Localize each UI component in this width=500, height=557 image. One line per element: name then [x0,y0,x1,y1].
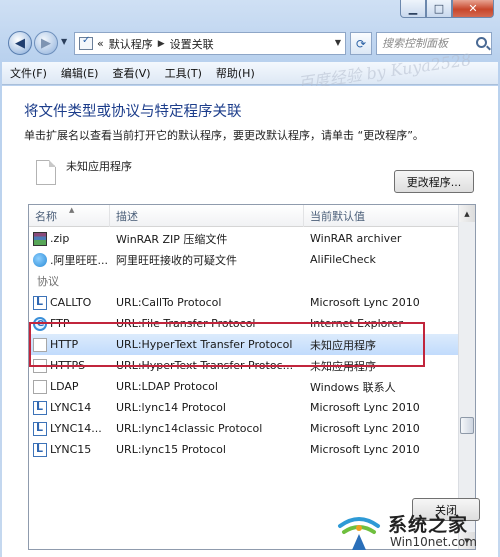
list-row-ftp[interactable]: FTP URL:File Transfer Protocol Internet … [29,313,459,334]
list-row-http[interactable]: HTTP URL:HyperText Transfer Protocol 未知应… [29,334,459,355]
row-description: URL:lync15 Protocol [116,443,226,456]
row-program: Windows 联系人 [310,380,396,394]
address-bar[interactable]: « 默认程序 ▶ 设置关联 ▼ [74,32,346,55]
winrar-icon [33,231,47,246]
row-program: Microsoft Lync 2010 [310,443,420,456]
search-icon[interactable] [476,37,487,48]
menu-edit[interactable]: 编辑(E) [61,65,99,81]
logo-title: 系统之家 [388,514,469,536]
menu-file[interactable]: 文件(F) [10,65,47,81]
row-description: URL:HyperText Transfer Protocol [116,338,293,351]
back-button[interactable]: ◀ [8,31,32,55]
list-row-lync15[interactable]: LYNC15 URL:lync15 Protocol Microsoft Lyn… [29,439,459,460]
row-description: URL:HyperText Transfer Protoc... [116,359,294,372]
recent-pages-dropdown[interactable]: ▼ [61,37,67,46]
column-header-current-default[interactable]: 当前默认值 [304,205,459,227]
sort-arrow-icon: ▲ [69,206,75,214]
blank-file-icon [33,379,47,394]
row-program: WinRAR archiver [310,232,402,245]
row-name: LDAP [50,380,79,393]
menu-help[interactable]: 帮助(H) [216,65,255,81]
site-logo: 系统之家 Win10net.com [332,506,500,556]
row-program: Microsoft Lync 2010 [310,422,420,435]
refresh-button[interactable]: ⟳ [350,32,372,55]
list-row-lync14[interactable]: LYNC14 URL:lync14 Protocol Microsoft Lyn… [29,397,459,418]
list-body: .zip WinRAR ZIP 压缩文件 WinRAR archiver .阿里… [29,228,459,460]
list-header: 名称 ▲ 描述 当前默认值 [29,205,459,227]
row-program: Microsoft Lync 2010 [310,401,420,414]
document-icon [33,358,47,373]
row-description: WinRAR ZIP 压缩文件 [116,232,228,246]
row-name: LYNC14... [50,422,102,435]
page-title: 将文件类型或协议与特定程序关联 [24,104,242,120]
list-row-ldap[interactable]: LDAP URL:LDAP Protocol Windows 联系人 [29,376,459,397]
menu-view[interactable]: 查看(V) [112,65,150,81]
change-program-button[interactable]: 更改程序... [394,170,474,193]
row-name: FTP [50,317,70,330]
row-description: URL:LDAP Protocol [116,380,218,393]
list-row-lync14classic[interactable]: LYNC14... URL:lync14classic Protocol Mic… [29,418,459,439]
chevron-down-icon[interactable]: ▼ [335,38,341,47]
close-window-button[interactable]: ✕ [452,0,494,18]
file-icon [36,160,56,185]
blank-file-icon [33,337,47,352]
row-name: .阿里旺旺... [50,253,108,267]
row-program: AliFileCheck [310,253,376,266]
row-program: Internet Explorer [310,317,403,330]
forward-button[interactable]: ▶ [34,31,58,55]
list-row-aliwangwang[interactable]: .阿里旺旺... 阿里旺旺接收的可疑文件 AliFileCheck [29,249,459,270]
row-description: 阿里旺旺接收的可疑文件 [116,253,237,267]
row-name: .zip [50,232,70,245]
row-name: LYNC15 [50,443,92,456]
row-program: Microsoft Lync 2010 [310,296,420,309]
row-description: URL:lync14 Protocol [116,401,226,414]
minimize-button[interactable]: ▁ [400,0,426,18]
control-panel-icon [79,35,93,50]
scroll-up-button[interactable]: ▲ [459,205,475,222]
row-description: URL:lync14classic Protocol [116,422,263,435]
maximize-button[interactable]: □ [426,0,452,18]
lync-icon [33,400,47,415]
caption-buttons: ▁ □ ✕ [400,0,494,18]
aliwangwang-icon [33,252,47,267]
ie-icon [33,316,47,331]
chevron-right-icon[interactable]: ▶ [158,39,165,49]
content-panel: 将文件类型或协议与特定程序关联 单击扩展名以查看当前打开它的默认程序，要更改默认… [2,86,498,557]
row-name: LYNC14 [50,401,92,414]
row-name: HTTP [50,338,79,351]
group-header-protocols: 协议 [37,275,59,288]
column-header-description[interactable]: 描述 [110,205,304,227]
row-program: 未知应用程序 [310,338,376,352]
list-row-zip[interactable]: .zip WinRAR ZIP 压缩文件 WinRAR archiver [29,228,459,249]
breadcrumb-overflow[interactable]: « [97,37,104,50]
logo-mark-icon [338,517,380,550]
arrow-left-icon: ◀ [15,35,25,51]
column-header-name[interactable]: 名称 ▲ [29,205,110,227]
page-description: 单击扩展名以查看当前打开它的默认程序，要更改默认程序，请单击 “更改程序”。 [24,129,424,142]
row-description: URL:File Transfer Protocol [116,317,256,330]
refresh-icon: ⟳ [355,36,367,51]
column-header-label: 名称 [35,210,57,223]
scroll-thumb[interactable] [460,417,474,434]
current-program-label: 未知应用程序 [66,160,132,173]
association-list[interactable]: 名称 ▲ 描述 当前默认值 .zip WinRAR ZIP 压缩文件 WinRA… [28,204,476,550]
row-name: CALLTO [50,296,92,309]
lync-icon [33,295,47,310]
list-row-https[interactable]: HTTPS URL:HyperText Transfer Protoc... 未… [29,355,459,376]
logo-url: Win10net.com [390,535,477,549]
lync-icon [33,442,47,457]
window-frame: ▁ □ ✕ ◀ ▶ ▼ « 默认程序 ▶ 设置关联 ▼ ⟳ 文件(F) 编辑(E… [0,0,500,557]
chevron-up-icon: ▲ [464,209,470,218]
row-description: URL:CallTo Protocol [116,296,222,309]
row-program: 未知应用程序 [310,359,376,373]
breadcrumb-set-associations[interactable]: 设置关联 [170,36,214,52]
breadcrumb-default-programs[interactable]: 默认程序 [109,36,153,52]
row-name: HTTPS [50,359,86,372]
list-row-callto[interactable]: CALLTO URL:CallTo Protocol Microsoft Lyn… [29,292,459,313]
menu-tools[interactable]: 工具(T) [165,65,202,81]
arrow-right-icon: ▶ [41,35,51,51]
lync-icon [33,421,47,436]
